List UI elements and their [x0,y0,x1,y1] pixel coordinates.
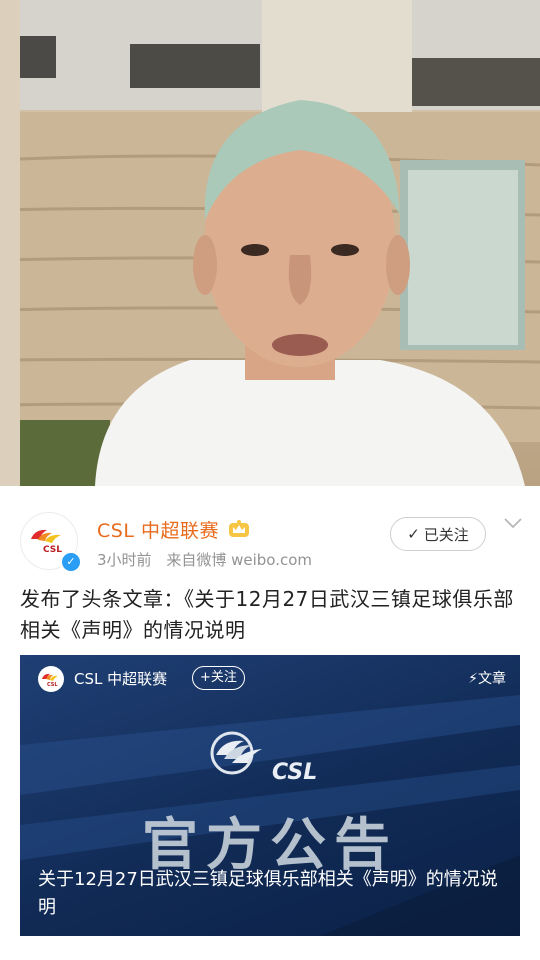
author-name[interactable]: CSL 中超联赛 [97,516,219,543]
card-type-label: ⚡文章 [468,671,506,687]
svg-text:CSL: CSL [47,682,58,688]
post-meta: 3小时前 来自微博 weibo.com [97,549,322,570]
video-frame[interactable] [0,0,540,486]
article-card[interactable]: CSL CSL 中超联赛 +关注 ⚡文章 CSL 官方公告 关于12月27日武汉… [20,655,520,936]
verified-icon: ✓ [60,551,82,573]
svg-text:CSL: CSL [43,545,62,555]
card-follow-button[interactable]: +关注 [192,666,245,690]
card-author-name[interactable]: CSL 中超联赛 [74,668,167,689]
post-source: 来自微博 weibo.com [166,551,312,569]
chevron-down-icon[interactable] [503,516,523,530]
card-article-title[interactable]: 关于12月27日武汉三镇足球俱乐部相关《声明》的情况说明 [38,866,498,922]
lightning-icon: ⚡ [468,671,478,687]
following-button[interactable]: ✓ 已关注 [390,517,486,551]
csl-logo-text: CSL [272,760,317,785]
check-icon: ✓ [407,525,420,543]
csl-avatar-logo-small: CSL [42,673,58,688]
crown-icon [229,520,249,537]
post-time: 3小时前 [97,551,152,569]
post-text[interactable]: 发布了头条文章：《关于12月27日武汉三镇足球俱乐部相关《声明》的情况说明 [20,584,520,646]
csl-logo: CSL [210,731,317,785]
video-still-image [0,0,540,486]
following-label: 已关注 [423,525,469,544]
card-author-avatar[interactable]: CSL [38,666,64,692]
